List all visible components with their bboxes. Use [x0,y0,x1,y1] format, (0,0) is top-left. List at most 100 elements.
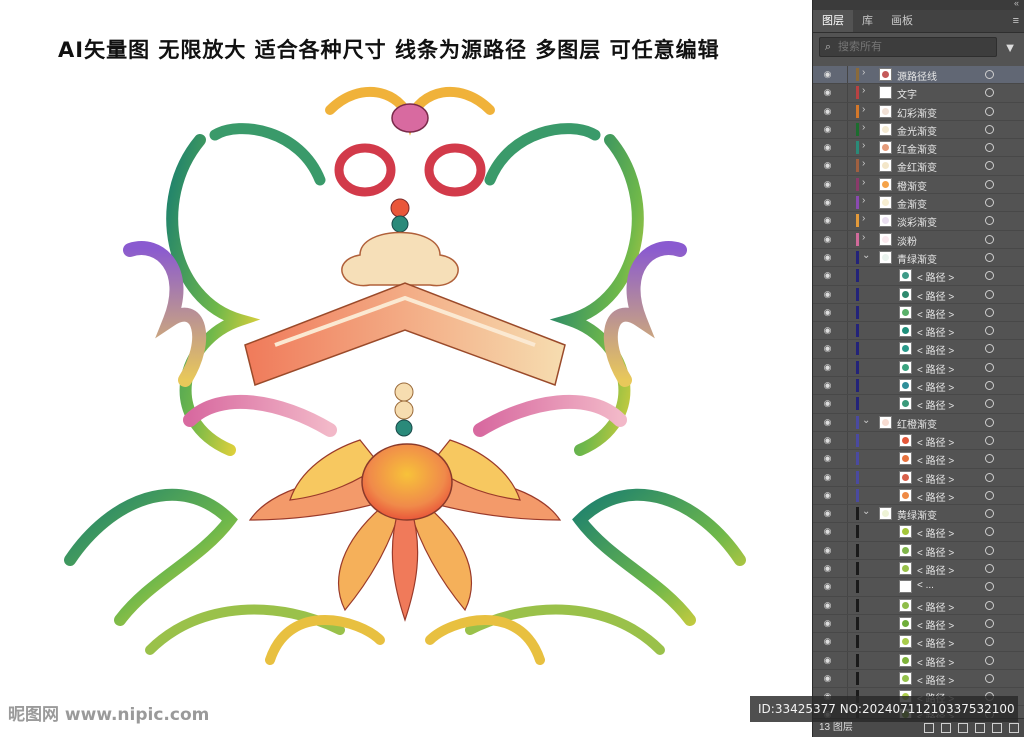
visibility-eye-icon[interactable]: ◉ [822,526,833,537]
target-circle-icon[interactable] [985,600,994,610]
lock-column[interactable] [847,303,848,322]
visibility-eye-icon[interactable]: ◉ [822,362,833,373]
lock-column[interactable] [847,614,848,633]
expand-arrow-icon[interactable]: › [862,195,865,206]
tab-0[interactable]: 图层 [813,10,853,32]
visibility-eye-icon[interactable]: ◉ [822,252,833,263]
sublayer-row[interactable]: ◉ < 路径 > [813,267,1024,286]
expand-arrow-icon[interactable]: › [862,232,865,243]
target-circle-icon[interactable] [985,545,994,555]
visibility-eye-icon[interactable]: ◉ [822,417,833,428]
sublayer-row[interactable]: ◉ < 路径 > [813,468,1024,487]
lock-column[interactable] [847,322,848,340]
new-sublayer-icon[interactable] [975,723,985,733]
layer-name[interactable]: < 路径 > [917,361,954,376]
target-circle-icon[interactable] [985,198,994,208]
layer-row[interactable]: ◉ ⌄ 青绿渐变 [813,248,1024,268]
layer-name[interactable]: 淡彩渐变 [897,214,937,229]
layer-name[interactable]: < 路径 > [917,397,954,412]
visibility-eye-icon[interactable]: ◉ [822,215,833,226]
tab-1[interactable]: 库 [853,10,882,32]
layer-row[interactable]: ◉ › 红金渐变 [813,139,1024,158]
layer-name[interactable]: 红橙渐变 [897,416,937,431]
expand-arrow-icon[interactable]: ⌄ [862,250,870,261]
layer-name[interactable]: 金渐变 [897,196,927,211]
expand-arrow-icon[interactable]: › [862,177,865,188]
sublayer-row[interactable]: ◉ < 路径 > [813,651,1024,670]
sublayer-row[interactable]: ◉ < 路径 > [813,431,1024,451]
target-circle-icon[interactable] [985,673,994,683]
target-circle-icon[interactable] [985,362,994,372]
lock-column[interactable] [847,157,848,175]
visibility-eye-icon[interactable]: ◉ [822,472,833,483]
target-circle-icon[interactable] [985,472,994,482]
target-circle-icon[interactable] [985,70,994,79]
layer-name[interactable]: < 路径 > [917,288,954,303]
sublayer-row[interactable]: ◉ < 路径 > [813,560,1024,579]
target-circle-icon[interactable] [985,124,994,134]
lock-column[interactable] [847,651,848,669]
lock-column[interactable] [847,669,848,688]
layer-name[interactable]: 幻彩渐变 [897,105,937,120]
target-circle-icon[interactable] [985,216,994,226]
expand-arrow-icon[interactable]: › [862,85,865,96]
visibility-eye-icon[interactable]: ◉ [822,600,833,611]
expand-arrow-icon[interactable]: › [862,104,865,115]
lock-column[interactable] [847,523,848,541]
visibility-eye-icon[interactable]: ◉ [822,197,833,208]
sublayer-row[interactable]: ◉ < 路径 > [813,377,1024,396]
visibility-eye-icon[interactable]: ◉ [822,618,833,629]
lock-column[interactable] [847,340,848,358]
layer-row[interactable]: ◉ › 淡粉 [813,230,1024,249]
target-circle-icon[interactable] [985,655,994,665]
clipping-mask-icon[interactable] [958,723,968,733]
collapse-icon[interactable]: « [1014,0,1019,8]
lock-column[interactable] [847,596,848,614]
layer-row[interactable]: ◉ ⌄ 黄绿渐变 [813,505,1024,524]
target-circle-icon[interactable] [985,88,994,98]
layer-name[interactable]: < 路径 > [917,342,954,357]
visibility-eye-icon[interactable]: ◉ [822,545,833,556]
target-circle-icon[interactable] [985,637,994,647]
visibility-eye-icon[interactable]: ◉ [822,435,833,446]
visibility-eye-icon[interactable]: ◉ [822,453,833,464]
layer-name[interactable]: 淡粉 [897,233,917,248]
lock-column[interactable] [847,102,848,120]
lock-column[interactable] [847,358,848,377]
layer-row[interactable]: ◉ › 金光渐变 [813,120,1024,140]
layer-name[interactable]: < 路径 > [917,525,954,540]
layer-name[interactable]: 金光渐变 [897,123,937,138]
target-circle-icon[interactable] [985,490,994,500]
layer-name[interactable]: < 路径 > [917,544,954,559]
sublayer-row[interactable]: ◉ < 路径 > [813,669,1024,689]
export-icon[interactable] [924,723,934,733]
visibility-eye-icon[interactable]: ◉ [822,343,833,354]
expand-arrow-icon[interactable]: › [862,158,865,169]
lock-column[interactable] [847,486,848,505]
target-circle-icon[interactable] [985,161,994,171]
lock-column[interactable] [847,139,848,157]
lock-column[interactable] [847,450,848,468]
layer-search-field[interactable]: ⌕ [819,37,997,57]
target-circle-icon[interactable] [985,307,994,317]
layer-name[interactable]: 橙渐变 [897,178,927,193]
sublayer-row[interactable]: ◉ < 路径 > [813,523,1024,542]
layer-row[interactable]: ◉ › 源路径线 [813,66,1024,85]
visibility-eye-icon[interactable]: ◉ [822,106,833,117]
lock-column[interactable] [847,175,848,194]
layer-name[interactable]: 源路径线 [897,68,937,83]
visibility-eye-icon[interactable]: ◉ [822,289,833,300]
target-circle-icon[interactable] [985,381,994,391]
visibility-eye-icon[interactable]: ◉ [822,581,833,592]
visibility-eye-icon[interactable]: ◉ [822,69,833,80]
target-circle-icon[interactable] [985,326,994,336]
artboard-canvas[interactable]: AI矢量图 无限放大 适合各种尺寸 线条为源路径 多图层 可任意编辑 昵图网 w… [0,0,812,737]
visibility-eye-icon[interactable]: ◉ [822,398,833,409]
lock-column[interactable] [847,578,848,596]
lock-column[interactable] [847,267,848,285]
visibility-eye-icon[interactable]: ◉ [822,508,833,519]
visibility-eye-icon[interactable]: ◉ [822,636,833,647]
sublayer-row[interactable]: ◉ < 路径 > [813,303,1024,323]
lock-column[interactable] [847,431,848,450]
layer-row[interactable]: ◉ ⌄ 红橙渐变 [813,413,1024,432]
